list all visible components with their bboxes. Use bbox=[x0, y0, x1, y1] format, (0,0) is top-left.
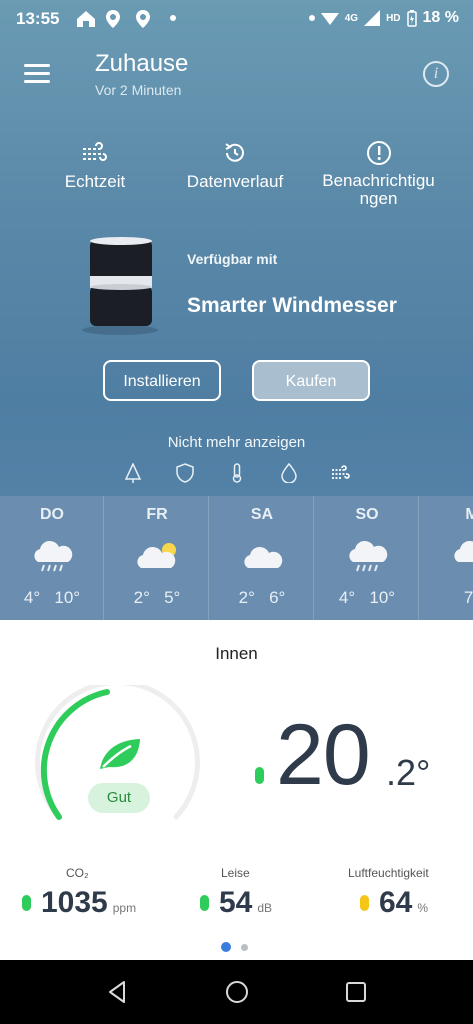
humidity-value: 64 bbox=[379, 886, 413, 919]
notifications-label-1: Benachrichtigu bbox=[322, 171, 435, 190]
battery-level: 18 % bbox=[422, 9, 459, 26]
status-time: 13:55 bbox=[16, 9, 60, 28]
co2-unit: ppm bbox=[112, 901, 137, 915]
thermometer-icon[interactable] bbox=[227, 463, 247, 483]
realtime-label: Echtzeit bbox=[64, 172, 126, 191]
humidity-status-dot bbox=[360, 895, 369, 911]
forecast-day-name: SA bbox=[250, 506, 274, 523]
back-icon[interactable] bbox=[104, 978, 132, 1006]
signal-icon bbox=[364, 10, 381, 26]
wind-icon bbox=[83, 142, 107, 161]
available-with-label: Verfügbar mit bbox=[187, 251, 278, 267]
forecast-strip[interactable]: DO 4° 10° FR 2° 5° SA 2° 6° SO 4° 10° M … bbox=[0, 496, 473, 620]
noise-label: Leise bbox=[221, 866, 250, 880]
recents-icon[interactable] bbox=[342, 978, 370, 1006]
forecast-day-name: SO bbox=[355, 506, 379, 523]
location-icon bbox=[106, 10, 120, 28]
co2-label: CO₂ bbox=[66, 866, 89, 880]
forecast-temps: 2° 5° bbox=[133, 588, 181, 607]
sun-cloud-icon bbox=[137, 543, 176, 568]
forecast-day[interactable]: FR 2° 5° bbox=[105, 496, 209, 620]
hd-indicator: HD bbox=[386, 12, 401, 24]
system-nav-bar bbox=[0, 960, 473, 1024]
battery-icon bbox=[406, 9, 417, 27]
wifi-icon bbox=[320, 13, 339, 25]
home-icon bbox=[77, 11, 95, 27]
history-button[interactable]: Datenverlauf bbox=[180, 140, 290, 192]
temperature-value: 20 bbox=[276, 707, 371, 803]
noise-unit: dB bbox=[257, 901, 273, 915]
forecast-day-name: M bbox=[465, 506, 473, 523]
air-quality-badge: Gut bbox=[88, 783, 150, 813]
leaf-icon bbox=[100, 739, 140, 769]
temperature-status-dot bbox=[255, 767, 264, 784]
history-icon bbox=[225, 143, 244, 162]
forecast-day[interactable]: DO 4° 10° bbox=[0, 496, 104, 620]
history-label: Datenverlauf bbox=[186, 172, 284, 191]
cloud-icon bbox=[244, 546, 283, 568]
buy-button[interactable]: Kaufen bbox=[252, 360, 370, 401]
notifications-button[interactable]: Benachrichtigu ngen bbox=[316, 140, 441, 208]
noise-status-dot bbox=[200, 895, 209, 911]
install-button[interactable]: Installieren bbox=[103, 360, 221, 401]
co2-value: 1035 bbox=[41, 886, 108, 919]
notification-dot-icon bbox=[170, 15, 176, 21]
location-icon bbox=[136, 10, 150, 28]
status-bar: 13:55 4G HD 18 % bbox=[0, 0, 473, 38]
forecast-temps: 4° 10° bbox=[338, 588, 396, 607]
temperature-decimal: .2° bbox=[386, 752, 431, 793]
forecast-temps: 4° 10° bbox=[23, 588, 81, 607]
anemometer-product-image bbox=[82, 237, 158, 335]
noise-metric[interactable]: Leise 54 dB bbox=[200, 866, 272, 920]
forecast-day[interactable]: M 7° bbox=[420, 496, 473, 620]
last-updated: Vor 2 Minuten bbox=[95, 82, 182, 98]
wind-icon[interactable] bbox=[331, 463, 351, 483]
humidity-label: Luftfeuchtigkeit bbox=[348, 866, 429, 880]
forecast-day[interactable]: SA 2° 6° bbox=[210, 496, 314, 620]
humidity-metric[interactable]: Luftfeuchtigkeit 64 % bbox=[348, 866, 429, 920]
forecast-day[interactable]: SO 4° 10° bbox=[315, 496, 419, 620]
tree-icon[interactable] bbox=[123, 463, 143, 483]
alert-icon bbox=[366, 141, 391, 165]
drop-icon[interactable] bbox=[279, 463, 299, 483]
noise-value: 54 bbox=[219, 886, 253, 919]
home-icon[interactable] bbox=[223, 978, 251, 1006]
page-dot-active[interactable] bbox=[221, 942, 231, 952]
humidity-unit: % bbox=[417, 901, 429, 915]
shield-icon[interactable] bbox=[175, 463, 195, 483]
co2-status-dot bbox=[22, 895, 31, 911]
info-icon[interactable]: i bbox=[423, 61, 449, 87]
top-panel: 13:55 4G HD 18 % Zuhause Vor 2 Minuten i… bbox=[0, 0, 473, 620]
location-title[interactable]: Zuhause bbox=[95, 50, 188, 78]
realtime-button[interactable]: Echtzeit bbox=[50, 140, 140, 192]
forecast-temps: 2° 6° bbox=[238, 588, 286, 607]
promo-carousel-icons bbox=[0, 463, 473, 483]
network-type: 4G bbox=[344, 12, 359, 24]
cloud-icon bbox=[454, 540, 473, 562]
status-right: 4G HD 18 % bbox=[308, 9, 459, 27]
notification-dot-icon bbox=[308, 15, 315, 21]
page-dot[interactable] bbox=[241, 944, 248, 951]
forecast-temps: 7° bbox=[463, 588, 473, 607]
rain-cloud-icon bbox=[34, 540, 73, 572]
indoor-title: Innen bbox=[215, 644, 258, 663]
dismiss-link[interactable]: Nicht mehr anzeigen bbox=[0, 434, 473, 451]
forecast-day-name: FR bbox=[146, 506, 168, 523]
product-name: Smarter Windmesser bbox=[187, 294, 397, 317]
co2-metric[interactable]: CO₂ 1035 ppm bbox=[22, 866, 137, 920]
menu-icon[interactable] bbox=[24, 64, 50, 84]
page-indicator[interactable] bbox=[221, 942, 248, 952]
rain-cloud-icon bbox=[349, 540, 388, 572]
forecast-day-name: DO bbox=[40, 506, 64, 523]
notifications-label-2: ngen bbox=[359, 189, 398, 208]
